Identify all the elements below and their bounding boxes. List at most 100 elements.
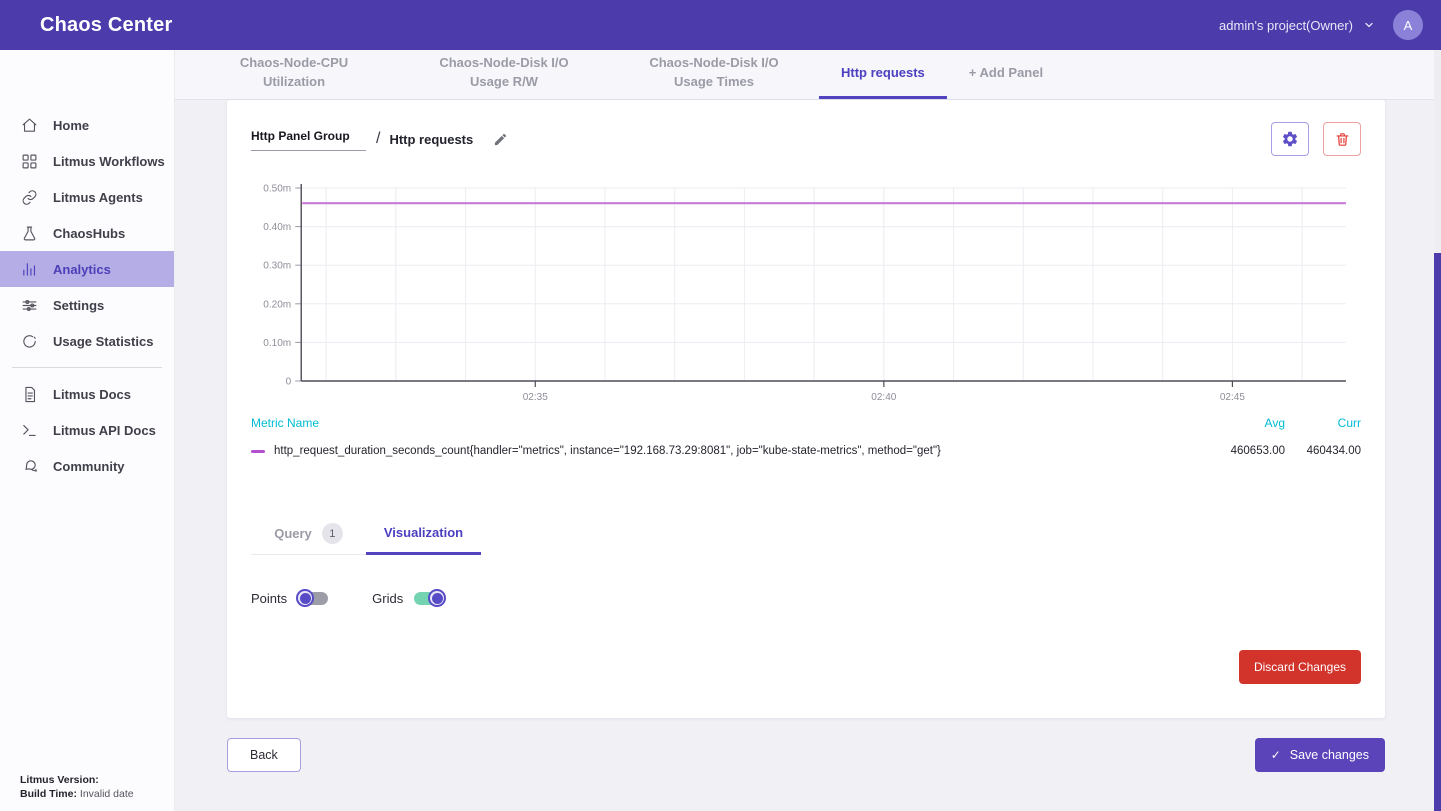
legend-row: http_request_duration_seconds_count{hand… <box>251 445 1361 457</box>
visualization-toggles: Points Grids <box>251 591 1361 606</box>
panel-editor-card: / Http requests 00.10m0.20m0.30m0.40m0.5… <box>227 100 1385 718</box>
sidebar: Home Litmus Workflows Litmus Agents Chao… <box>0 50 175 811</box>
sidebar-item-litmus-agents[interactable]: Litmus Agents <box>0 179 174 215</box>
panel-tabbar: Chaos-Node-CPU Utilization Chaos-Node-Di… <box>175 50 1441 100</box>
pencil-icon <box>493 132 508 147</box>
panel-editor-header: / Http requests <box>251 122 1361 156</box>
grids-toggle[interactable] <box>414 592 444 605</box>
tab-query-label: Query <box>274 526 312 541</box>
sidebar-item-label: Litmus API Docs <box>53 423 156 438</box>
chevron-down-icon <box>1363 19 1375 31</box>
toggle-knob <box>296 589 314 607</box>
flask-icon <box>21 225 38 242</box>
series-name: http_request_duration_seconds_count{hand… <box>274 445 1215 457</box>
chat-icon <box>21 458 38 475</box>
litmus-version-label: Litmus Version: <box>20 774 99 786</box>
workflows-icon <box>21 153 38 170</box>
svg-text:0.40m: 0.40m <box>263 222 291 233</box>
analytics-icon <box>21 261 38 278</box>
panel-tab-disk-io-rw[interactable]: Chaos-Node-Disk I/O Usage R/W <box>399 50 609 99</box>
sidebar-item-label: Litmus Docs <box>53 387 131 402</box>
legend-curr-header: Curr <box>1285 416 1361 430</box>
project-selector-label: admin's project(Owner) <box>1219 18 1353 33</box>
terminal-icon <box>21 422 38 439</box>
sidebar-item-label: Community <box>53 459 125 474</box>
metric-chart: 00.10m0.20m0.30m0.40m0.50m02:3502:4002:4… <box>251 178 1361 406</box>
top-header: Chaos Center admin's project(Owner) A <box>0 0 1441 50</box>
panel-tab-cpu-utilization[interactable]: Chaos-Node-CPU Utilization <box>189 50 399 99</box>
sidebar-item-home[interactable]: Home <box>0 107 174 143</box>
sidebar-item-litmus-workflows[interactable]: Litmus Workflows <box>0 143 174 179</box>
points-toggle-label: Points <box>251 591 287 606</box>
panel-name-label: Http requests <box>389 132 473 147</box>
gear-icon <box>1281 130 1299 148</box>
avatar[interactable]: A <box>1393 10 1423 40</box>
sidebar-item-label: Analytics <box>53 262 111 277</box>
build-time-label: Build Time: <box>20 788 77 800</box>
svg-text:0.30m: 0.30m <box>263 261 291 272</box>
panel-settings-button[interactable] <box>1271 122 1309 156</box>
scrollbar-thumb[interactable] <box>1434 253 1441 811</box>
panel-tab-disk-io-times[interactable]: Chaos-Node-Disk I/O Usage Times <box>609 50 819 99</box>
sidebar-item-analytics[interactable]: Analytics <box>0 251 174 287</box>
project-selector[interactable]: admin's project(Owner) <box>1219 18 1375 33</box>
series-avg-value: 460653.00 <box>1215 445 1285 457</box>
add-panel-button[interactable]: + Add Panel <box>947 50 1065 99</box>
grids-toggle-label: Grids <box>372 591 403 606</box>
series-curr-value: 460434.00 <box>1285 445 1361 457</box>
document-icon <box>21 386 38 403</box>
sidebar-item-label: Home <box>53 118 89 133</box>
svg-text:02:40: 02:40 <box>871 392 897 403</box>
main-content: Chaos-Node-CPU Utilization Chaos-Node-Di… <box>175 50 1441 811</box>
sidebar-item-settings[interactable]: Settings <box>0 287 174 323</box>
delete-panel-button[interactable] <box>1323 122 1361 156</box>
avatar-initial: A <box>1404 18 1413 33</box>
app-title: Chaos Center <box>40 14 172 37</box>
svg-text:02:45: 02:45 <box>1220 392 1246 403</box>
sidebar-item-label: Litmus Workflows <box>53 154 165 169</box>
chart-legend: Metric Name Avg Curr http_request_durati… <box>251 416 1361 457</box>
edit-panel-name-button[interactable] <box>493 132 508 147</box>
sidebar-item-litmus-docs[interactable]: Litmus Docs <box>0 376 174 412</box>
save-changes-label: Save changes <box>1290 748 1369 762</box>
sidebar-item-usage-statistics[interactable]: Usage Statistics <box>0 323 174 359</box>
link-icon <box>21 189 38 206</box>
check-icon: ✓ <box>1271 748 1281 762</box>
sidebar-divider <box>12 367 162 368</box>
sidebar-footer: Litmus Version: Build Time: Invalid date <box>20 773 134 801</box>
sidebar-item-community[interactable]: Community <box>0 448 174 484</box>
panel-tab-http-requests[interactable]: Http requests <box>819 50 947 99</box>
series-color-dash <box>251 450 265 453</box>
tab-query[interactable]: Query 1 <box>251 513 366 555</box>
toggle-knob <box>428 589 446 607</box>
breadcrumb-separator: / <box>376 130 380 148</box>
tab-visualization[interactable]: Visualization <box>366 513 481 555</box>
svg-text:02:35: 02:35 <box>523 392 549 403</box>
legend-avg-header: Avg <box>1215 416 1285 430</box>
svg-text:0.10m: 0.10m <box>263 338 291 349</box>
build-time-value: Invalid date <box>77 788 134 800</box>
panel-group-name-input[interactable] <box>251 127 366 151</box>
editor-subtabs: Query 1 Visualization <box>251 513 1361 555</box>
home-icon <box>21 117 38 134</box>
sidebar-item-label: Settings <box>53 298 104 313</box>
sidebar-item-litmus-api-docs[interactable]: Litmus API Docs <box>0 412 174 448</box>
query-count-badge: 1 <box>322 523 343 544</box>
sliders-icon <box>21 297 38 314</box>
svg-text:0: 0 <box>286 377 292 388</box>
bottom-bar: Back ✓ Save changes <box>175 718 1441 772</box>
sidebar-item-label: Litmus Agents <box>53 190 143 205</box>
points-toggle[interactable] <box>298 592 328 605</box>
usage-icon <box>21 333 38 350</box>
metric-chart-container: 00.10m0.20m0.30m0.40m0.50m02:3502:4002:4… <box>251 178 1361 406</box>
scrollbar-track[interactable] <box>1434 50 1441 811</box>
sidebar-item-chaoshubs[interactable]: ChaosHubs <box>0 215 174 251</box>
sidebar-item-label: Usage Statistics <box>53 334 153 349</box>
save-changes-button[interactable]: ✓ Save changes <box>1255 738 1385 772</box>
tab-visualization-label: Visualization <box>384 525 463 540</box>
discard-changes-button[interactable]: Discard Changes <box>1239 650 1361 684</box>
legend-metric-name-header: Metric Name <box>251 416 319 430</box>
trash-icon <box>1334 131 1351 148</box>
back-button[interactable]: Back <box>227 738 301 772</box>
svg-text:0.50m: 0.50m <box>263 184 291 195</box>
